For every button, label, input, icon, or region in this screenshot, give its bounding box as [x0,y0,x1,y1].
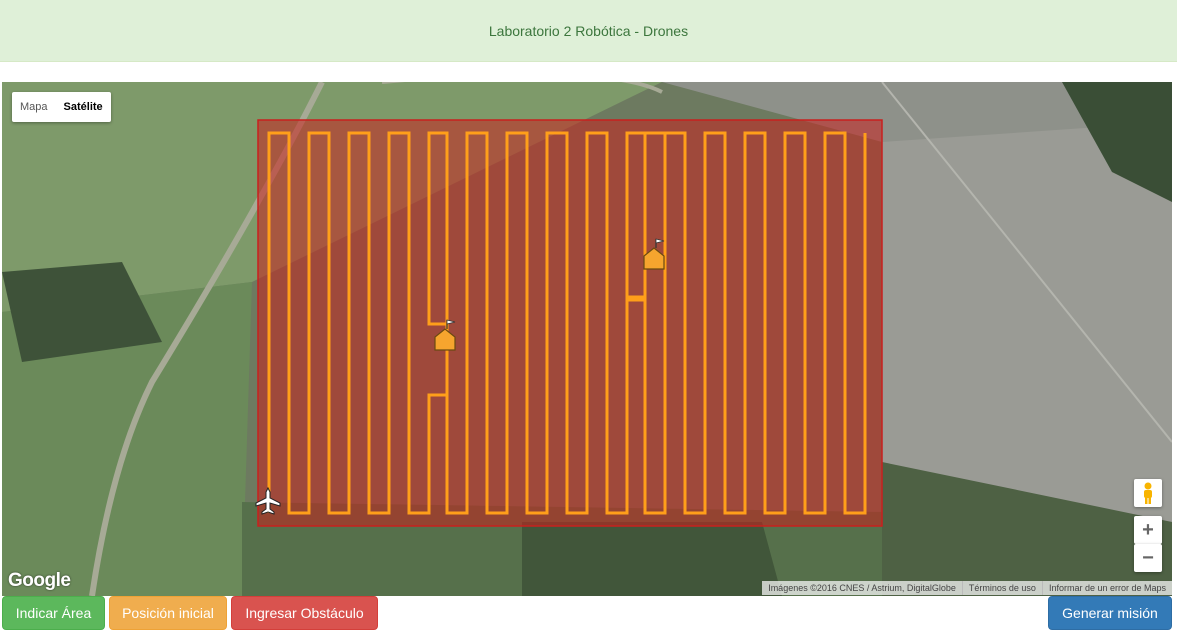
generate-mission-button[interactable]: Generar misión [1048,596,1172,630]
zoom-out-button[interactable]: − [1134,544,1162,572]
zoom-in-button[interactable]: + [1134,516,1162,544]
indicate-area-button[interactable]: Indicar Área [2,596,105,630]
page-header: Laboratorio 2 Robótica - Drones [0,0,1177,62]
add-obstacle-button[interactable]: Ingresar Obstáculo [231,596,378,630]
terms-link[interactable]: Términos de uso [961,581,1042,595]
page-title: Laboratorio 2 Robótica - Drones [488,22,689,39]
google-logo: Google [8,570,71,591]
satellite-imagery [2,82,1172,596]
street-view-pegman[interactable] [1134,479,1162,507]
map-type-satellite[interactable]: Satélite [56,92,111,122]
map-attribution: Imágenes ©2016 CNES / Astrium, DigitalGl… [762,581,1172,595]
map-type-map[interactable]: Mapa [12,92,56,122]
satellite-map[interactable]: Mapa Satélite + − Google Imágenes ©2016 … [2,82,1172,596]
map-type-control: Mapa Satélite [12,92,111,122]
pegman-icon [1144,482,1152,504]
start-position-button[interactable]: Posición inicial [109,596,227,630]
imagery-credit: Imágenes ©2016 CNES / Astrium, DigitalGl… [768,583,956,593]
report-error-link[interactable]: Informar de un error de Maps [1041,581,1172,595]
mission-area [257,119,883,527]
